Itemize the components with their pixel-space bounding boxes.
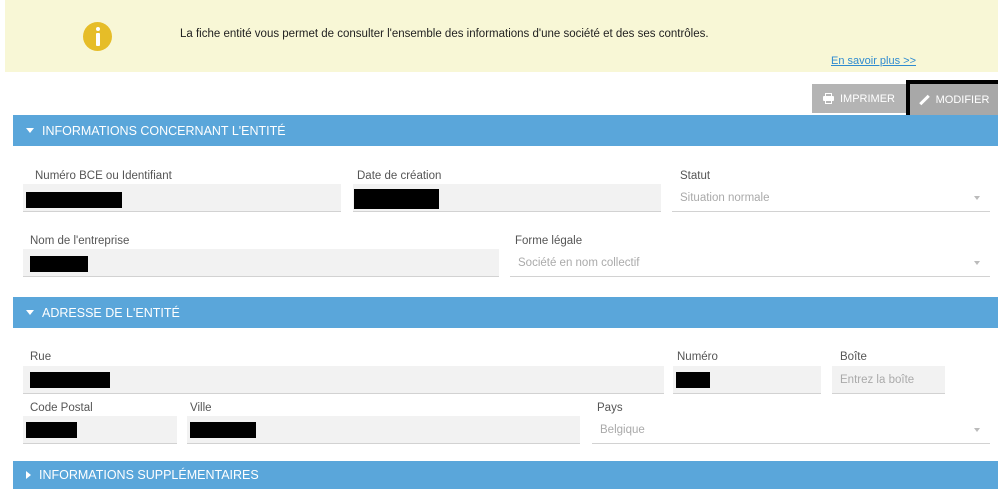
chevron-down-icon	[974, 428, 980, 432]
company-name-field[interactable]	[23, 249, 499, 277]
pencil-icon	[919, 95, 930, 106]
created-date-label: Date de création	[357, 170, 442, 182]
box-label: Boîte	[840, 351, 867, 363]
section-title-extra: INFORMATIONS SUPPLÉMENTAIRES	[39, 468, 259, 482]
caret-down-icon	[26, 128, 34, 133]
edit-button-highlight: MODIFIER	[906, 80, 998, 120]
box-field[interactable]: Entrez la boîte	[832, 366, 945, 394]
box-placeholder: Entrez la boîte	[840, 373, 915, 386]
print-icon	[823, 93, 834, 104]
info-banner: La fiche entité vous permet de consulter…	[5, 0, 998, 72]
street-label: Rue	[30, 351, 52, 363]
info-icon	[83, 22, 112, 51]
bce-label: Numéro BCE ou Identifiant	[35, 170, 172, 182]
redacted-postal-code	[26, 422, 77, 438]
redacted-city	[190, 422, 256, 438]
edit-button[interactable]: MODIFIER	[910, 84, 998, 116]
print-button-label: IMPRIMER	[840, 92, 895, 105]
number-label: Numéro	[677, 351, 718, 363]
legal-form-select-value: Société en nom collectif	[518, 256, 640, 269]
info-banner-text: La fiche entité vous permet de consulter…	[180, 28, 709, 40]
print-button[interactable]: IMPRIMER	[812, 84, 906, 113]
section-title-address: ADRESSE DE L'ENTITÉ	[42, 305, 180, 320]
redacted-street	[30, 372, 110, 388]
redacted-number	[676, 372, 710, 388]
status-select[interactable]: Situation normale	[672, 184, 990, 212]
learn-more-link[interactable]: En savoir plus >>	[831, 55, 916, 67]
redacted-created-date	[354, 189, 439, 209]
postal-code-label: Code Postal	[30, 402, 93, 414]
legal-form-label: Forme légale	[515, 235, 583, 247]
caret-down-icon	[26, 310, 34, 315]
street-field[interactable]	[23, 366, 664, 394]
section-header-address[interactable]: ADRESSE DE L'ENTITÉ	[13, 297, 998, 328]
section-header-entity[interactable]: INFORMATIONS CONCERNANT L'ENTITÉ	[13, 115, 998, 146]
status-label: Statut	[680, 170, 711, 182]
country-select-value: Belgique	[600, 423, 645, 436]
section-title-entity: INFORMATIONS CONCERNANT L'ENTITÉ	[42, 123, 286, 138]
edit-button-label: MODIFIER	[935, 94, 990, 106]
status-select-value: Situation normale	[680, 191, 770, 204]
company-name-label: Nom de l'entreprise	[30, 235, 130, 247]
legal-form-select[interactable]: Société en nom collectif	[510, 249, 990, 277]
country-label: Pays	[597, 402, 623, 414]
caret-right-icon	[26, 471, 31, 479]
chevron-down-icon	[974, 196, 980, 200]
country-select[interactable]: Belgique	[592, 416, 990, 444]
chevron-down-icon	[974, 261, 980, 265]
city-label: Ville	[190, 402, 212, 414]
section-header-extra[interactable]: INFORMATIONS SUPPLÉMENTAIRES	[13, 461, 998, 489]
redacted-bce-value	[26, 192, 122, 208]
redacted-company-name	[30, 256, 88, 272]
